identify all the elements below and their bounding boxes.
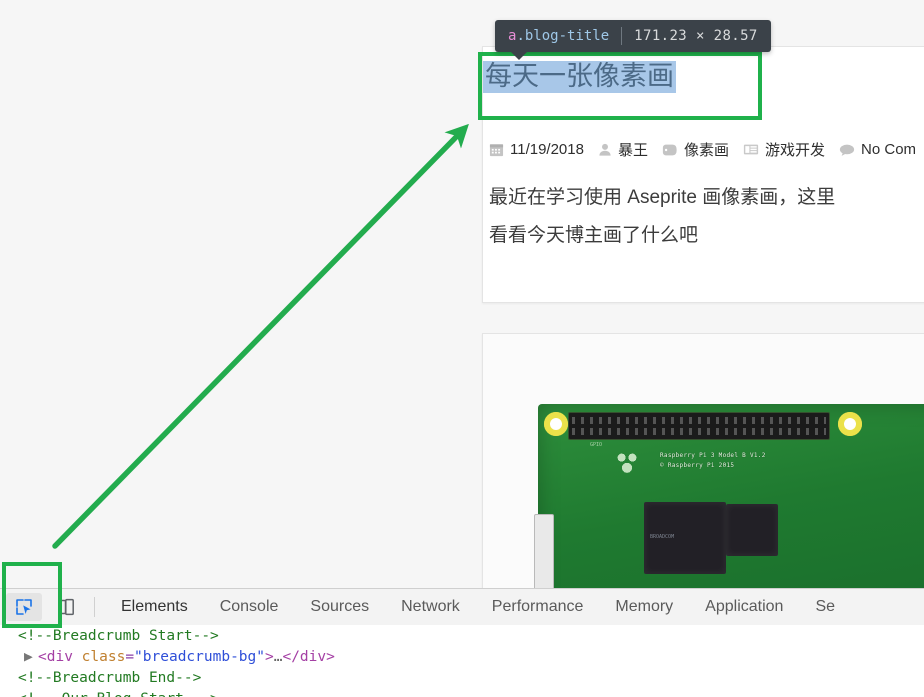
gpio-header-icon [568,412,830,440]
post-meta: 11/19/2018 暴王 像素画 游戏开发 No Com [489,139,924,160]
meta-category-text[interactable]: 游戏开发 [765,139,825,160]
meta-tag-text[interactable]: 像素画 [684,139,729,160]
dom-line-element[interactable]: ▶ <div class="breadcrumb-bg">…</div> [0,647,924,668]
tab-security[interactable]: Se [799,589,851,625]
board-label-line-2: © Raspberry Pi 2015 [660,462,735,469]
lan-chip [726,504,778,556]
dom-attr-value: "breadcrumb-bg" [134,649,265,665]
raspberry-pi-photo[interactable]: Raspberry Pi 3 Model B V1.2 © Raspberry … [483,334,924,588]
folder-icon [743,143,759,156]
blog-photo-card: Raspberry Pi 3 Model B V1.2 © Raspberry … [482,333,924,588]
meta-author-text[interactable]: 暴王 [618,139,648,160]
dom-attr-name: class [81,649,126,665]
devtools-panel: Elements Console Sources Network Perform… [0,588,924,697]
silkscreen-gpio-label: GPIO [590,442,603,448]
blog-title-link[interactable]: 每天一张像素画 [483,61,676,93]
tab-console[interactable]: Console [204,589,295,625]
tooltip-dimensions: 171.23 × 28.57 [634,28,758,44]
toolbar-divider [94,597,95,617]
devtools-tab-bar: Elements Console Sources Network Perform… [105,589,851,625]
tag-icon [662,143,678,157]
blog-title-zone: 每天一张像素画 [483,61,763,107]
meta-date: 11/19/2018 [489,141,584,158]
tooltip-separator [621,27,623,45]
board-label-line-1: Raspberry Pi 3 Model B V1.2 [660,452,766,459]
expand-caret-icon[interactable]: ▶ [24,647,36,668]
tooltip-class-name: .blog-title [516,28,610,44]
post-excerpt-line-1: 最近在学习使用 Aseprite 画像素画，这里 [489,187,836,208]
device-toolbar-icon [58,598,74,616]
inspect-element-button[interactable] [6,593,42,621]
tab-application[interactable]: Application [689,589,799,625]
post-excerpt-line-2: 看看今天博主画了什么吧 [489,225,699,246]
blog-post-card: 每天一张像素画 11/19/2018 暴王 像素画 游戏开发 No Com 最近… [482,46,924,303]
meta-tag: 像素画 [662,139,729,160]
post-excerpt: 最近在学习使用 Aseprite 画像素画，这里 看看今天博主画了什么吧 [489,179,924,255]
raspberry-logo-icon [612,444,642,478]
dom-attr-equals: = [125,649,135,665]
comment-icon [839,143,855,157]
calendar-icon [489,142,504,157]
dom-tag-gt: > [265,649,274,665]
tab-performance[interactable]: Performance [476,589,600,625]
tooltip-tag-name: a [508,28,517,44]
dom-comment-text: <!--Breadcrumb End--> [18,670,202,686]
tab-sources[interactable]: Sources [294,589,385,625]
tab-network[interactable]: Network [385,589,476,625]
meta-comments-text[interactable]: No Com [861,141,916,158]
raspberry-pi-board: Raspberry Pi 3 Model B V1.2 © Raspberry … [534,404,924,588]
meta-comments: No Com [839,141,916,158]
devtools-toolbar: Elements Console Sources Network Perform… [0,589,924,626]
dom-tag-close: </div> [282,649,335,665]
meta-category: 游戏开发 [743,139,825,160]
browser-viewport: 每天一张像素画 11/19/2018 暴王 像素画 游戏开发 No Com 最近… [0,0,924,588]
tab-elements[interactable]: Elements [105,589,204,625]
dom-comment-text: <!-- Our Blog Start --> [18,691,219,697]
dom-line-comment[interactable]: <!--Breadcrumb Start--> [0,626,924,647]
dom-tag-open: <div [38,649,73,665]
inspect-cursor-icon [16,599,32,615]
element-inspector-tooltip: a .blog-title 171.23 × 28.57 [495,20,771,52]
meta-author: 暴王 [598,139,648,160]
broadcom-chip-label: BROADCOM [650,534,675,540]
dom-line-comment[interactable]: <!--Breadcrumb End--> [0,668,924,689]
tooltip-pointer-icon [509,50,529,60]
sd-card-slot-icon [534,514,554,588]
dom-tree[interactable]: <!--Breadcrumb Start--> ▶ <div class="bre… [0,625,924,697]
mounting-hole-icon [544,412,568,436]
mounting-hole-icon [838,412,862,436]
dom-line-comment[interactable]: <!-- Our Blog Start --> [0,689,924,697]
meta-date-text: 11/19/2018 [510,141,584,158]
dom-comment-text: <!--Breadcrumb Start--> [18,628,219,644]
toggle-device-toolbar-button[interactable] [48,593,84,621]
tab-memory[interactable]: Memory [599,589,689,625]
user-icon [598,142,612,157]
